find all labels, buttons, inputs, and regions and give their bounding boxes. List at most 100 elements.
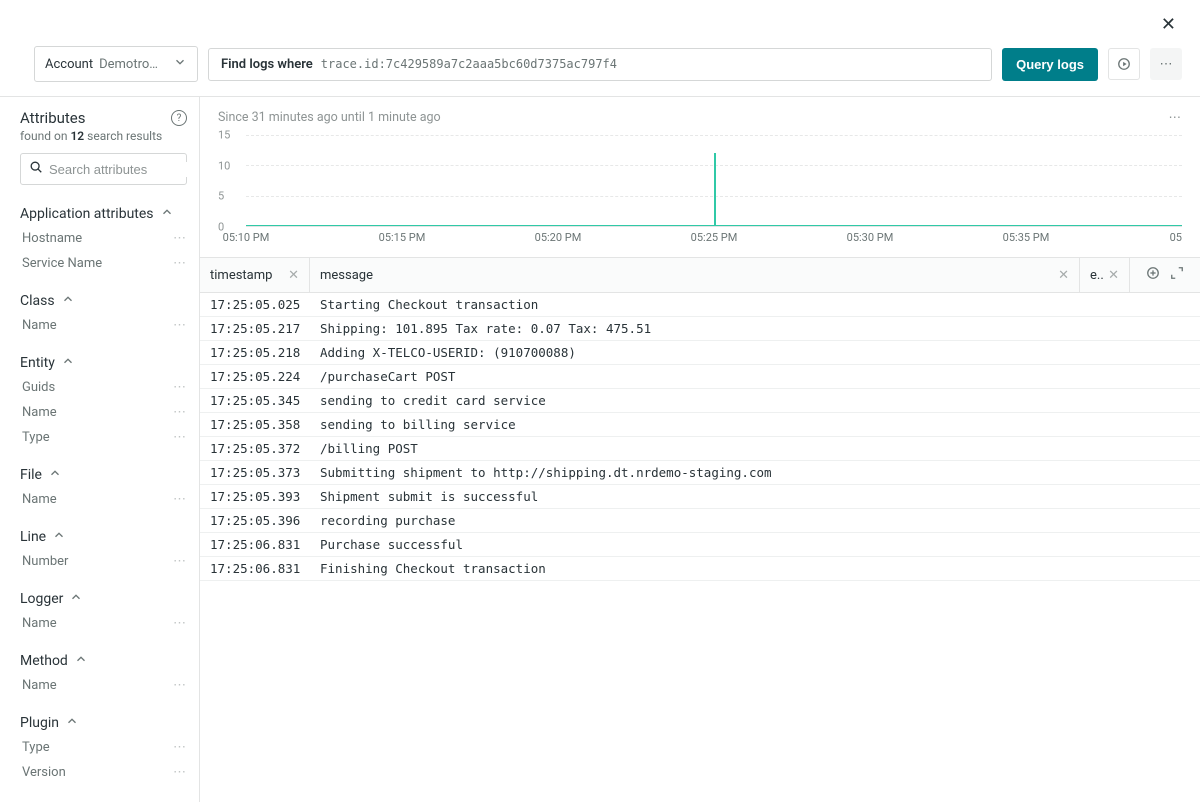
chevron-up-icon [69,590,83,607]
attribute-item-more-icon[interactable]: ⋯ [173,740,187,755]
attribute-item[interactable]: Name ⋯ [20,673,187,698]
log-extra [1080,421,1130,429]
log-row[interactable]: 17:25:06.831Purchase successful [200,533,1200,557]
attribute-item-more-icon[interactable]: ⋯ [173,430,187,445]
log-row[interactable]: 17:25:05.373Submitting shipment to http:… [200,461,1200,485]
log-row-tools [1130,301,1200,309]
log-row[interactable]: 17:25:05.358sending to billing service [200,413,1200,437]
account-label: Account [45,57,93,72]
attribute-item-more-icon[interactable]: ⋯ [173,318,187,333]
log-extra [1080,349,1130,357]
log-row[interactable]: 17:25:05.372/billing POST [200,437,1200,461]
attribute-item-more-icon[interactable]: ⋯ [173,678,187,693]
log-row[interactable]: 17:25:05.345sending to credit card servi… [200,389,1200,413]
column-extra[interactable]: e.. ✕ [1080,258,1130,292]
run-icon[interactable] [1108,48,1140,80]
attribute-item-more-icon[interactable]: ⋯ [173,380,187,395]
column-timestamp[interactable]: timestamp ✕ [200,258,310,292]
attribute-item[interactable]: Type⋯ [20,425,187,450]
attribute-group-header[interactable]: Application attributes [20,201,187,226]
sidebar-subtext: found on 12 search results [20,129,187,143]
attribute-item[interactable]: Number⋯ [20,549,187,574]
attribute-group-header[interactable]: Method [20,648,187,673]
chart-x-tick: 05:10 PM [223,231,270,244]
attribute-item-label: Guids [22,380,55,395]
chart-y-tick: 15 [218,129,230,142]
log-row[interactable]: 17:25:05.393Shipment submit is successfu… [200,485,1200,509]
column-message[interactable]: message ✕ [310,258,1080,292]
attribute-item[interactable]: Name⋯ [20,611,187,636]
chart-y-tick: 10 [218,159,230,172]
add-column-icon[interactable] [1146,266,1160,284]
remove-column-icon[interactable]: ✕ [1108,268,1119,283]
attribute-item-more-icon[interactable]: ⋯ [173,256,187,271]
log-timestamp: 17:25:05.224 [200,365,310,388]
attribute-item-more-icon[interactable]: ⋯ [173,765,187,780]
log-row[interactable]: 17:25:05.217Shipping: 101.895 Tax rate: … [200,317,1200,341]
log-extra [1080,493,1130,501]
log-timestamp: 17:25:06.831 [200,533,310,556]
attribute-item[interactable]: Name ⋯ [20,487,187,512]
log-volume-chart[interactable]: 051015 05:10 PM05:15 PM05:20 PM05:25 PM0… [218,135,1182,245]
log-message: sending to credit card service [310,389,1080,412]
log-row-tools [1130,469,1200,477]
account-value: Demotron Distr… [99,57,165,72]
log-row-tools [1130,565,1200,573]
remove-column-icon[interactable]: ✕ [1058,268,1069,283]
log-row[interactable]: 17:25:05.025Starting Checkout transactio… [200,293,1200,317]
chart-x-tick: 05:15 PM [379,231,426,244]
attribute-group-header[interactable]: Logger [20,586,187,611]
log-row-tools [1130,349,1200,357]
log-extra [1080,301,1130,309]
attribute-item-label: Name [22,405,57,420]
attribute-group-header[interactable]: File [20,462,187,487]
attribute-item-more-icon[interactable]: ⋯ [173,616,187,631]
log-row[interactable]: 17:25:05.218Adding X-TELCO-USERID: (9107… [200,341,1200,365]
log-row-tools [1130,421,1200,429]
query-input[interactable]: Find logs where trace.id:7c429589a7c2aaa… [208,48,992,81]
chart-x-tick: 05:35 PM [1003,231,1050,244]
log-timestamp: 17:25:05.396 [200,509,310,532]
attribute-item[interactable]: Service Name ⋯ [20,251,187,276]
help-icon[interactable]: ? [171,110,187,126]
attribute-item-label: Name [22,678,57,693]
attribute-group-header[interactable]: Line [20,524,187,549]
attribute-group-label: Entity [20,355,55,371]
chevron-up-icon [65,714,79,731]
attribute-item[interactable]: Version⋯ [20,760,187,785]
log-extra [1080,325,1130,333]
attribute-item-label: Name [22,318,57,333]
query-logs-button[interactable]: Query logs [1002,48,1098,81]
log-message: Finishing Checkout transaction [310,557,1080,580]
log-row[interactable]: 17:25:05.224/purchaseCart POST [200,365,1200,389]
chart-more-icon[interactable]: ⋯ [1169,109,1183,125]
attribute-item-label: Name [22,492,57,507]
attribute-item-more-icon[interactable]: ⋯ [173,492,187,507]
query-prefix: Find logs where [221,57,313,72]
attribute-item[interactable]: Name ⋯ [20,400,187,425]
log-row-tools [1130,541,1200,549]
log-row[interactable]: 17:25:05.396recording purchase [200,509,1200,533]
chevron-up-icon [48,466,62,483]
attribute-item-label: Service Name [22,256,102,271]
log-row-tools [1130,397,1200,405]
attribute-item-more-icon[interactable]: ⋯ [173,231,187,246]
expand-icon[interactable] [1170,266,1184,284]
account-select[interactable]: Account Demotron Distr… [34,46,198,82]
log-message: Shipping: 101.895 Tax rate: 0.07 Tax: 47… [310,317,1080,340]
attribute-item[interactable]: Hostname⋯ [20,226,187,251]
log-row[interactable]: 17:25:06.831Finishing Checkout transacti… [200,557,1200,581]
attribute-group-header[interactable]: Class [20,288,187,313]
attribute-item[interactable]: Guids ⋯ [20,375,187,400]
remove-column-icon[interactable]: ✕ [288,268,299,283]
attribute-group-header[interactable]: Entity [20,350,187,375]
attribute-group-header[interactable]: Plugin [20,710,187,735]
close-icon[interactable]: ✕ [1155,10,1182,40]
more-menu-icon[interactable]: ⋯ [1150,48,1182,80]
attribute-search[interactable] [20,153,187,185]
attribute-item-more-icon[interactable]: ⋯ [173,554,187,569]
attribute-item[interactable]: Name ⋯ [20,313,187,338]
attribute-item[interactable]: Type⋯ [20,735,187,760]
attribute-search-input[interactable] [49,162,200,177]
attribute-item-more-icon[interactable]: ⋯ [173,405,187,420]
